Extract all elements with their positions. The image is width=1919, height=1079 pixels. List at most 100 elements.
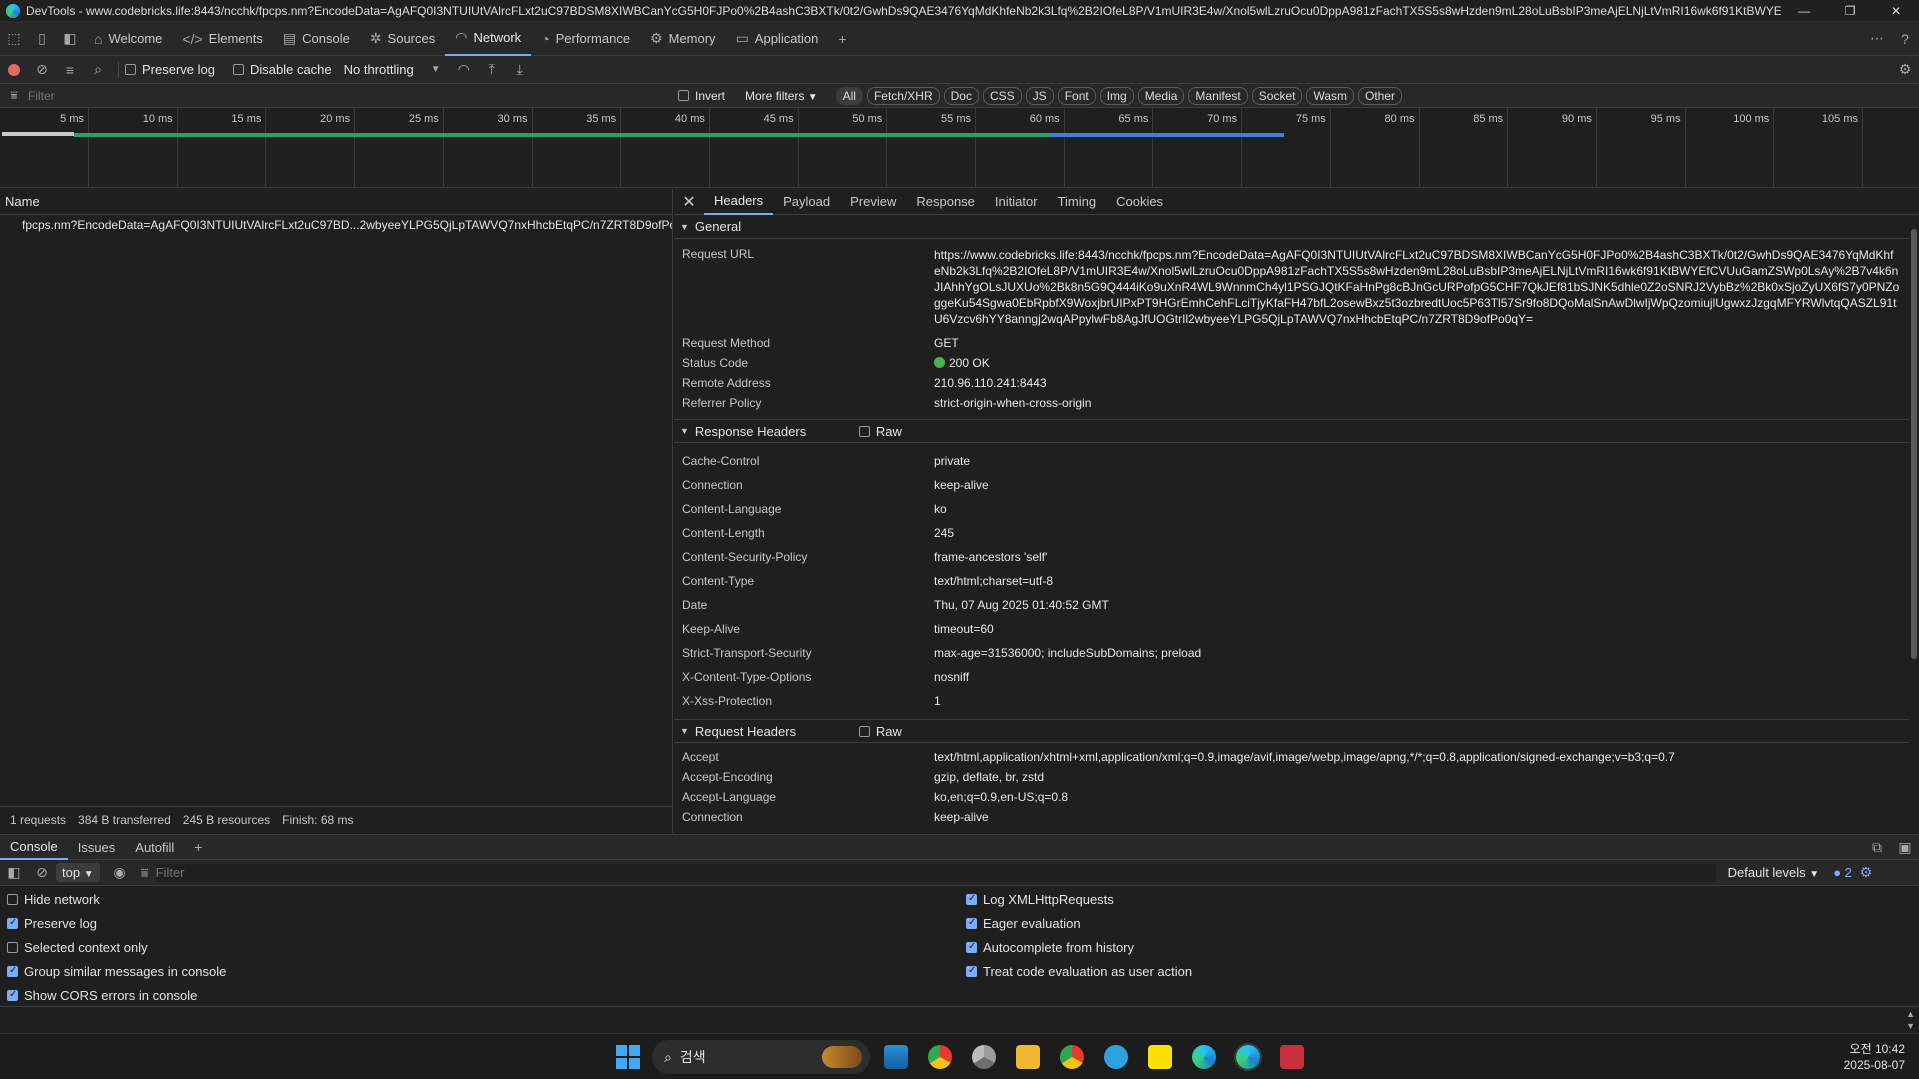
desktop-icon[interactable] — [884, 1045, 908, 1069]
checkbox-box[interactable] — [966, 893, 977, 905]
console-setting-checkbox[interactable]: Hide network — [7, 892, 100, 907]
help-icon[interactable]: ? — [1891, 25, 1919, 53]
tab-performance[interactable]: ◔ Performance — [531, 22, 640, 56]
add-drawer-tab-icon[interactable]: + — [184, 833, 212, 861]
more-filters-button[interactable]: More filters ▼ — [745, 89, 818, 103]
invert-checkbox[interactable]: Invert — [678, 89, 725, 103]
tab-console[interactable]: ▤ Console — [273, 22, 360, 56]
console-setting-checkbox[interactable]: Selected context only — [7, 940, 148, 955]
tab-network[interactable]: ◠ Network — [445, 22, 532, 56]
more-options-icon[interactable]: ⋯ — [1863, 25, 1891, 53]
tab-timing[interactable]: Timing — [1048, 189, 1107, 215]
close-drawer-icon[interactable]: ▣ — [1891, 833, 1919, 861]
start-windows-icon[interactable] — [616, 1045, 640, 1069]
taskbar-search[interactable]: ⌕ 검색 — [652, 1040, 870, 1074]
minimize-button[interactable]: — — [1781, 4, 1827, 18]
checkbox-box[interactable] — [232, 64, 244, 75]
console-setting-checkbox[interactable]: Treat code evaluation as user action — [966, 964, 1192, 979]
checkbox-box[interactable] — [858, 425, 870, 437]
checkbox-box[interactable] — [966, 941, 977, 953]
filter-type-doc[interactable]: Doc — [943, 86, 979, 105]
tab-welcome[interactable]: ⌂ Welcome — [84, 22, 172, 56]
close-window-button[interactable]: ✕ — [1873, 4, 1919, 18]
telegram-icon[interactable] — [1104, 1045, 1128, 1069]
edge-icon[interactable] — [1192, 1045, 1216, 1069]
dock-sidebar-icon[interactable]: ◧ — [56, 25, 84, 53]
filter-type-other[interactable]: Other — [1358, 86, 1403, 105]
console-setting-checkbox[interactable]: Preserve log — [7, 916, 97, 931]
filter-type-socket[interactable]: Socket — [1251, 86, 1303, 105]
log-levels-select[interactable]: Default levels ▼ — [1728, 865, 1820, 880]
console-setting-checkbox[interactable]: Autocomplete from history — [966, 940, 1134, 955]
console-filter-input[interactable] — [155, 863, 1716, 882]
checkbox-box[interactable] — [858, 725, 870, 737]
import-har-icon[interactable]: ⤒ — [478, 56, 506, 84]
search-icon[interactable]: ⌕ — [84, 56, 112, 84]
chrome-profile-icon[interactable] — [1060, 1045, 1084, 1069]
filter-type-font[interactable]: Font — [1057, 86, 1096, 105]
tab-sources[interactable]: ✲ Sources — [360, 22, 445, 56]
chrome-dev-icon[interactable] — [972, 1045, 996, 1069]
filter-type-media[interactable]: Media — [1137, 86, 1185, 105]
kakaotalk-icon[interactable] — [1148, 1045, 1172, 1069]
response-headers-section-header[interactable]: ▼ Response Headers Raw — [674, 419, 1919, 443]
tab-elements[interactable]: </> Elements — [172, 22, 272, 56]
file-explorer-icon[interactable] — [1016, 1045, 1040, 1069]
drawer-tab-issues[interactable]: Issues — [68, 834, 126, 860]
eye-icon[interactable]: ◉ — [106, 859, 134, 887]
network-conditions-icon[interactable]: ◠ — [450, 56, 478, 84]
context-selector[interactable]: top ▼ — [56, 863, 100, 882]
drawer-tab-console[interactable]: Console — [0, 834, 68, 860]
filter-type-all[interactable]: All — [835, 86, 863, 105]
filter-toggle-icon[interactable]: ≡ — [56, 56, 84, 84]
checkbox-box[interactable] — [966, 965, 977, 977]
scrollbar-thumb[interactable] — [1911, 229, 1917, 659]
console-setting-checkbox[interactable]: Eager evaluation — [966, 916, 1081, 931]
tab-preview[interactable]: Preview — [840, 189, 906, 215]
clear-console-icon[interactable]: ⊘ — [28, 859, 56, 887]
export-har-icon[interactable]: ⤓ — [506, 56, 534, 84]
console-settings-icon[interactable]: ⚙ — [1852, 859, 1880, 887]
tab-initiator[interactable]: Initiator — [985, 189, 1048, 215]
checkbox-box[interactable] — [966, 917, 977, 929]
checkbox-box[interactable] — [7, 965, 18, 977]
general-section-header[interactable]: ▼ General — [674, 215, 1919, 239]
checkbox-box[interactable] — [7, 894, 18, 905]
disable-cache-checkbox[interactable]: Disable cache — [232, 62, 332, 77]
name-column-header[interactable]: Name — [0, 189, 672, 215]
raw-toggle-checkbox[interactable]: Raw — [858, 424, 902, 439]
console-output[interactable]: ▲ ▼ — [0, 1006, 1919, 1033]
edge-dev-icon[interactable] — [1234, 1043, 1262, 1071]
filter-type-js[interactable]: JS — [1025, 86, 1054, 105]
app-red-icon[interactable] — [1280, 1045, 1304, 1069]
raw-toggle-checkbox[interactable]: Raw — [858, 724, 902, 739]
add-tab-icon[interactable]: + — [828, 25, 856, 53]
filter-type-css[interactable]: CSS — [982, 86, 1022, 105]
drawer-tab-autofill[interactable]: Autofill — [125, 834, 184, 860]
filter-type-fetchxhr[interactable]: Fetch/XHR — [866, 86, 940, 105]
checkbox-box[interactable] — [678, 90, 689, 101]
throttling-select[interactable]: No throttling — [344, 62, 414, 77]
scroll-up-icon[interactable]: ▲ — [1906, 1009, 1915, 1019]
record-icon[interactable] — [0, 56, 28, 84]
request-row[interactable]: fpcps.nm?EncodeData=AgAFQ0I3NTUIUtVAlrcF… — [0, 215, 672, 235]
checkbox-box[interactable] — [7, 917, 18, 929]
filter-type-img[interactable]: Img — [1099, 86, 1134, 105]
checkbox-box[interactable] — [7, 989, 18, 1001]
clear-icon[interactable]: ⊘ — [28, 56, 56, 84]
close-details-icon[interactable]: ✕ — [674, 192, 704, 212]
issues-badge[interactable]: ● 2 — [1833, 865, 1852, 880]
tab-memory[interactable]: ⚙ Memory — [640, 22, 726, 56]
network-settings-icon[interactable]: ⚙ — [1891, 56, 1919, 84]
tab-cookies[interactable]: Cookies — [1106, 189, 1173, 215]
tab-headers[interactable]: Headers — [704, 189, 774, 215]
console-setting-checkbox[interactable]: Log XMLHttpRequests — [966, 892, 1114, 907]
chrome-icon[interactable] — [928, 1045, 952, 1069]
tab-payload[interactable]: Payload — [773, 189, 840, 215]
checkbox-box[interactable] — [7, 942, 18, 953]
undock-drawer-icon[interactable]: ⧉ — [1863, 833, 1891, 861]
scroll-down-icon[interactable]: ▼ — [1906, 1021, 1915, 1031]
device-toolbar-icon[interactable]: ▯ — [28, 25, 56, 53]
console-setting-checkbox[interactable]: Show CORS errors in console — [7, 988, 197, 1003]
sidebar-toggle-icon[interactable]: ◧ — [0, 859, 28, 887]
